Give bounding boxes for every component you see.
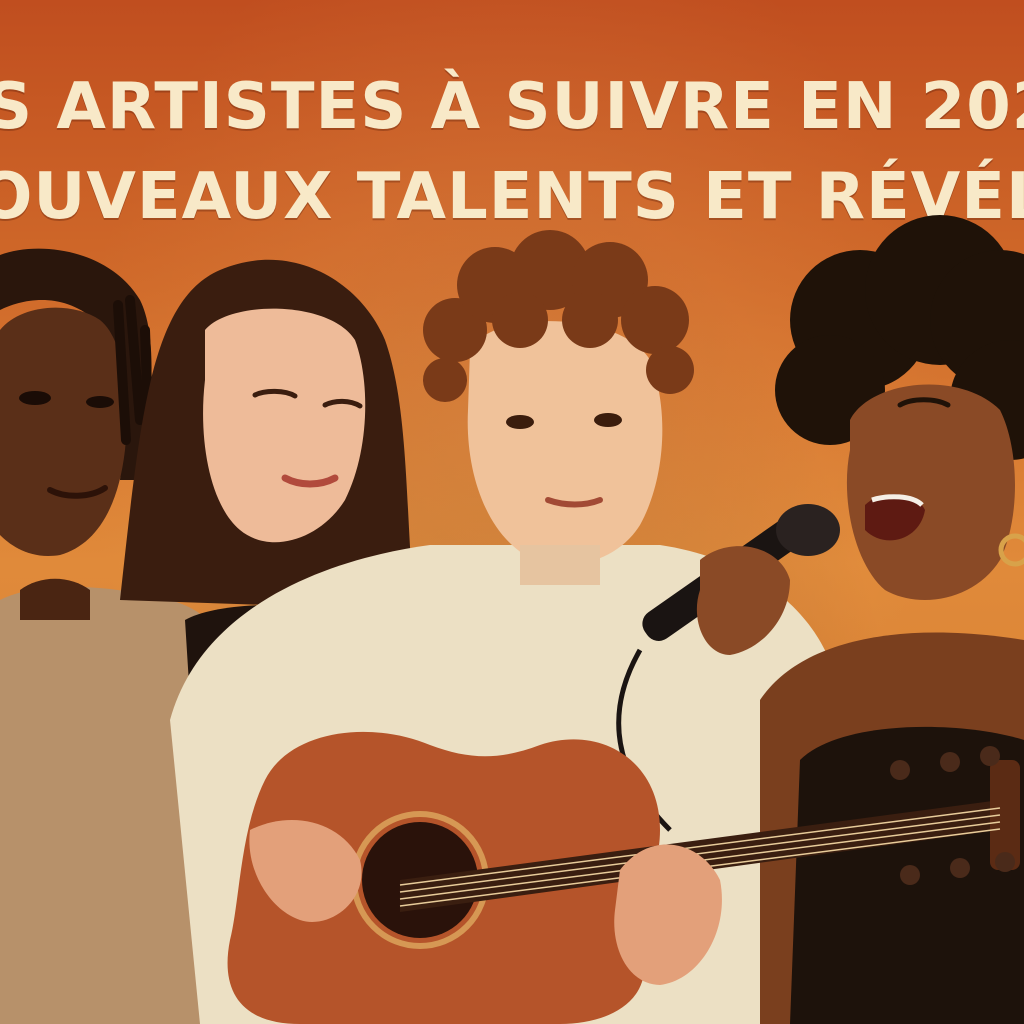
artists-illustration [0,215,1024,1024]
poster: S ARTISTES À SUIVRE EN 202 OUVEAUX TALEN… [0,0,1024,1024]
